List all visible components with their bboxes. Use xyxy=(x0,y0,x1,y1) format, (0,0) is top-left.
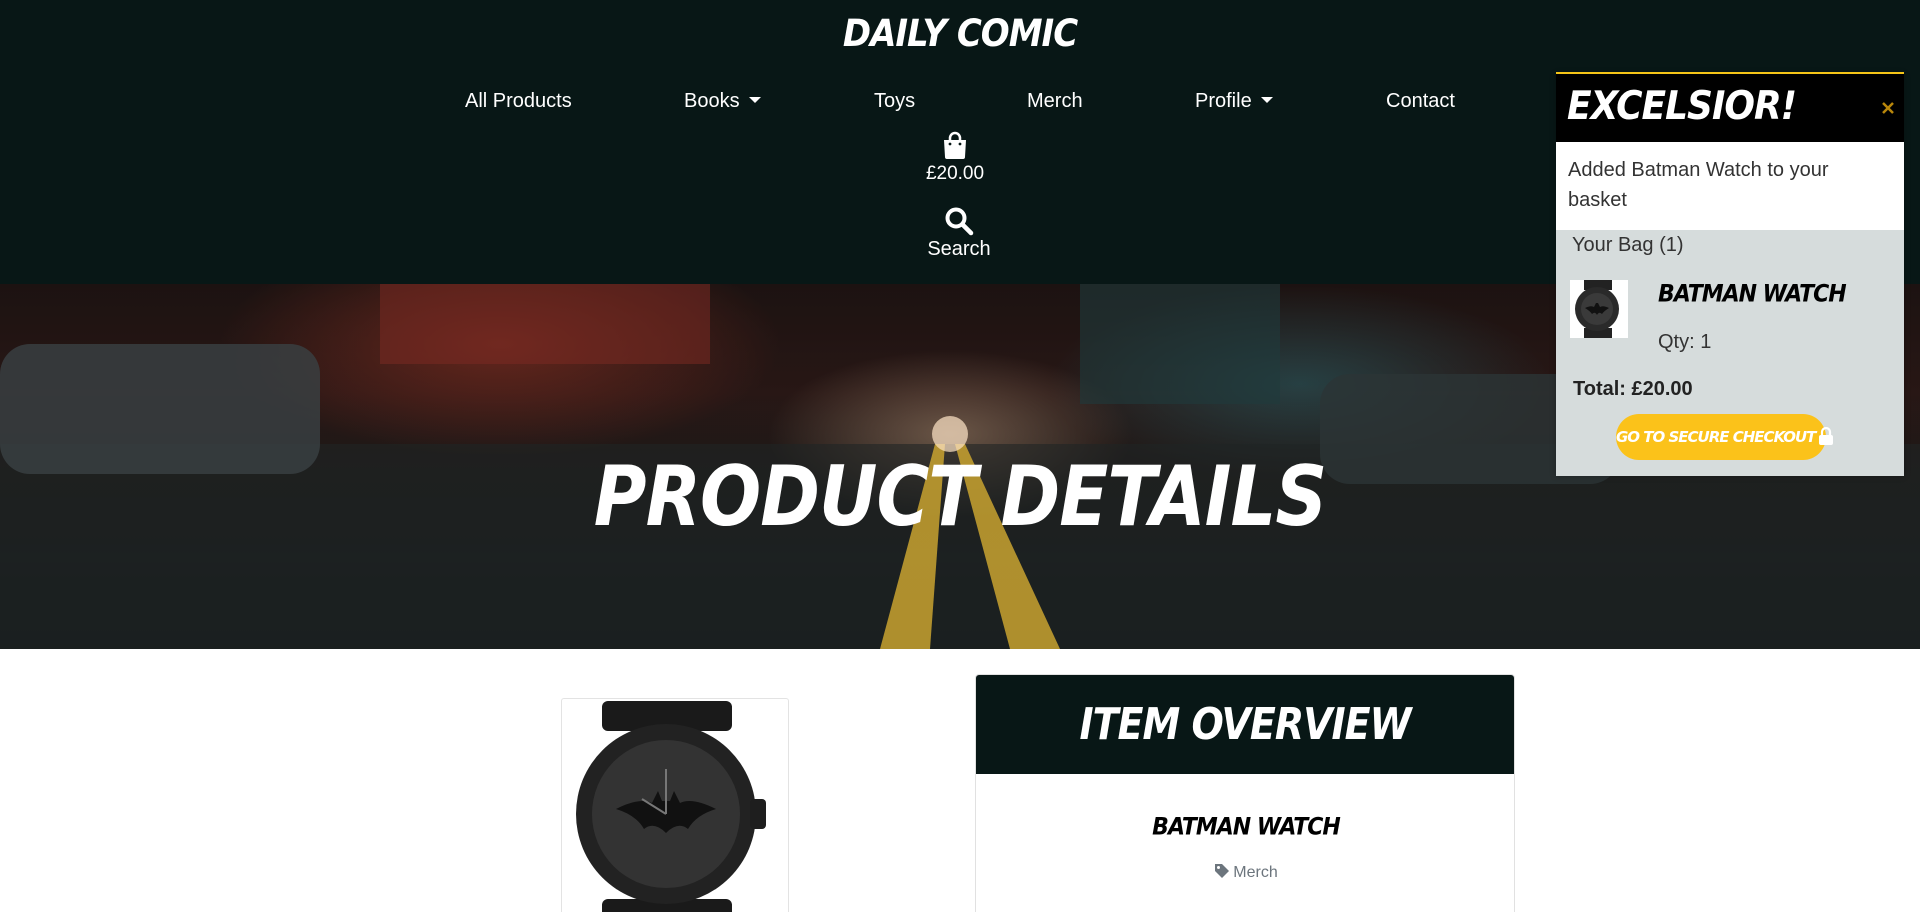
toast-message: Added Batman Watch to your basket xyxy=(1568,159,1829,211)
shopping-bag-icon xyxy=(944,131,966,159)
search-toggle[interactable]: Search xyxy=(909,206,1009,261)
product-image[interactable] xyxy=(561,698,789,912)
checkout-label: Go to secure checkout xyxy=(1616,428,1816,446)
close-icon[interactable] xyxy=(1880,100,1896,116)
nav-profile-dropdown[interactable]: Profile xyxy=(1195,86,1273,116)
batman-watch-thumbnail xyxy=(1575,280,1619,338)
product-name: Batman Watch xyxy=(1152,813,1341,842)
nav-contact[interactable]: Contact xyxy=(1386,86,1455,116)
toast-header: Excelsior! xyxy=(1556,74,1904,142)
search-label: Search xyxy=(927,238,991,260)
nav-books-dropdown[interactable]: Books xyxy=(684,86,761,116)
nav-label: Toys xyxy=(874,90,916,112)
nav-merch[interactable]: Merch xyxy=(1027,86,1083,116)
nav-label: Contact xyxy=(1386,90,1455,112)
item-overview-card: Item Overview Batman Watch Merch xyxy=(975,674,1515,912)
caret-down-icon xyxy=(748,96,761,103)
bag-total: £20.00 xyxy=(925,163,985,184)
product-category[interactable]: Merch xyxy=(976,863,1514,882)
nav-all-products[interactable]: All Products xyxy=(465,86,572,116)
nav-toys[interactable]: Toys xyxy=(874,86,915,116)
category-label: Merch xyxy=(1233,864,1278,881)
bag-count: Your Bag (1) xyxy=(1572,234,1684,256)
nav-label: Books xyxy=(684,90,740,112)
search-icon xyxy=(945,207,974,236)
tag-icon xyxy=(1215,864,1230,878)
lock-icon xyxy=(1819,426,1834,445)
nav-label: Merch xyxy=(1027,90,1083,112)
toast-title: Excelsior! xyxy=(1567,83,1797,130)
secure-checkout-button[interactable]: Go to secure checkout xyxy=(1616,414,1834,460)
success-toast: Excelsior! Added Batman Watch to your ba… xyxy=(1556,72,1904,476)
overview-header: Item Overview xyxy=(976,675,1514,774)
nav-label: All Products xyxy=(465,90,572,112)
nav-label: Profile xyxy=(1195,90,1252,112)
caret-down-icon xyxy=(1260,96,1273,103)
overview-title: Item Overview xyxy=(1079,698,1411,750)
toast-bag-summary: Your Bag (1) Batman Watch Qty: 1 Total: … xyxy=(1556,230,1904,476)
bag-item-thumbnail xyxy=(1570,280,1628,338)
shopping-bag-link[interactable]: £20.00 xyxy=(905,131,1005,185)
bag-item-name: Batman Watch xyxy=(1658,280,1847,309)
bag-total-line: Total: £20.00 xyxy=(1573,378,1693,400)
brand-logo[interactable]: Daily Comic xyxy=(0,12,1920,56)
batman-watch-image xyxy=(576,701,766,912)
bag-item-qty: Qty: 1 xyxy=(1658,331,1712,353)
